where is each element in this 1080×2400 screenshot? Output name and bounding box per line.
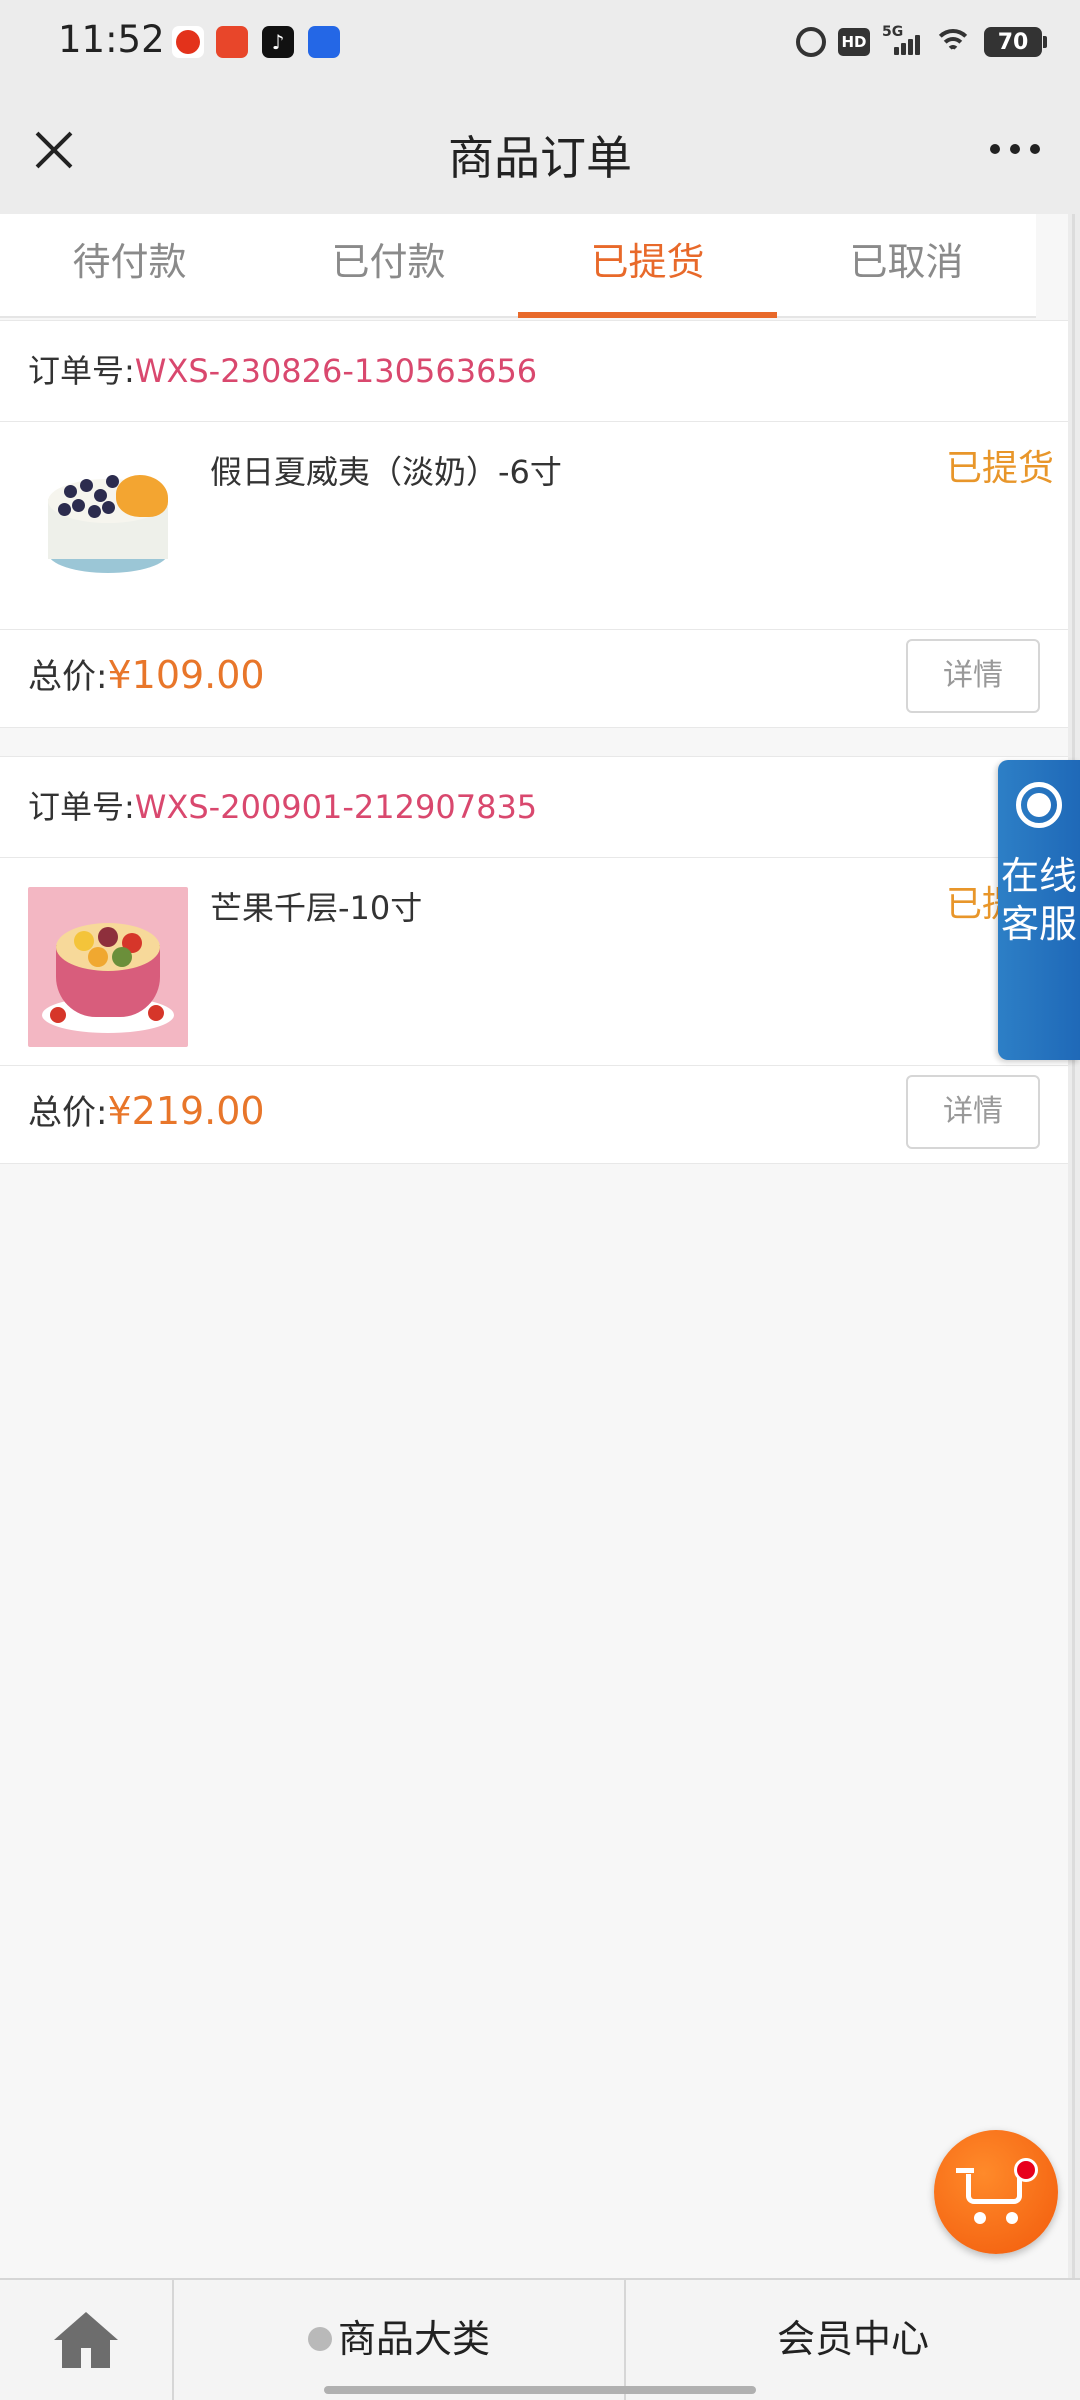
tab-pending-payment[interactable]: 待付款 xyxy=(0,214,259,316)
detail-button[interactable]: 详情 xyxy=(906,639,1040,713)
home-icon xyxy=(54,2312,118,2370)
total-price: ¥219.00 xyxy=(107,1089,265,1133)
total-price: ¥109.00 xyxy=(107,653,265,697)
nav-home[interactable] xyxy=(0,2280,174,2400)
status-indicators: HD 5G 70 xyxy=(796,22,1047,62)
news-app-icon xyxy=(308,26,340,58)
nav-member-center[interactable]: 会员中心 xyxy=(626,2280,1080,2400)
network-type: 5G xyxy=(882,24,904,40)
weibo-app-icon xyxy=(172,26,204,58)
wifi-icon xyxy=(934,27,972,57)
nav-categories[interactable]: 商品大类 xyxy=(174,2280,626,2400)
menu-dot-icon xyxy=(307,2326,332,2351)
nav-member-label: 会员中心 xyxy=(776,2317,929,2361)
order-number-label: 订单号: xyxy=(28,788,135,826)
cart-badge xyxy=(1014,2158,1038,2182)
order-number: WXS-200901-212907835 xyxy=(134,788,538,826)
online-service-button[interactable]: 在线客服 xyxy=(998,760,1080,1060)
more-icon[interactable] xyxy=(990,144,1040,154)
divider xyxy=(0,421,1068,422)
hd-icon: HD xyxy=(838,28,870,56)
home-indicator[interactable] xyxy=(324,2386,756,2394)
product-image[interactable] xyxy=(28,887,188,1047)
total-label: 总价: xyxy=(28,657,108,697)
battery-icon: 70 xyxy=(984,27,1047,57)
order-number-label: 订单号: xyxy=(28,352,135,390)
bottom-nav: 商品大类 会员中心 xyxy=(0,2278,1080,2400)
order-card: 订单号:WXS-230826-130563656 假日夏威夷（淡奶）-6寸 已提… xyxy=(0,320,1068,728)
tab-paid[interactable]: 已付款 xyxy=(259,214,518,316)
product-name[interactable]: 芒果千层-10寸 xyxy=(210,883,422,929)
order-tabs: 待付款 已付款 已提货 已取消 xyxy=(0,214,1036,318)
status-bar: 11:52 ♪ HD 5G 70 xyxy=(0,0,1080,84)
online-service-label: 在线客服 xyxy=(1000,854,1077,946)
shopping-app-icon xyxy=(216,26,248,58)
scrollbar[interactable] xyxy=(1068,214,1080,2280)
status-time: 11:52 xyxy=(58,18,165,61)
total-label: 总价: xyxy=(28,1093,108,1133)
tiktok-app-icon: ♪ xyxy=(262,26,294,58)
order-card: 订单号:WXS-200901-212907835 芒果千层-10寸 已提货 总价… xyxy=(0,756,1068,1164)
page-title: 商品订单 xyxy=(448,131,632,185)
total-row: 总价:¥219.00 xyxy=(28,1061,265,1161)
order-number-row: 订单号:WXS-230826-130563656 xyxy=(28,321,537,421)
order-status: 已提货 xyxy=(945,448,1054,489)
tab-picked-up[interactable]: 已提货 xyxy=(518,214,777,318)
alarm-icon xyxy=(796,27,826,57)
tab-cancelled[interactable]: 已取消 xyxy=(777,214,1036,316)
header: 商品订单 xyxy=(0,84,1080,214)
cart-button[interactable] xyxy=(934,2130,1058,2254)
product-image[interactable] xyxy=(28,451,188,611)
signal-icon: 5G xyxy=(882,24,922,57)
headset-icon xyxy=(1012,780,1066,834)
divider xyxy=(0,857,1068,858)
nav-categories-label: 商品大类 xyxy=(337,2317,490,2361)
order-number-row: 订单号:WXS-200901-212907835 xyxy=(28,757,537,857)
order-number: WXS-230826-130563656 xyxy=(134,352,538,390)
total-row: 总价:¥109.00 xyxy=(28,625,265,725)
product-name[interactable]: 假日夏威夷（淡奶）-6寸 xyxy=(210,447,562,493)
detail-button[interactable]: 详情 xyxy=(906,1075,1040,1149)
